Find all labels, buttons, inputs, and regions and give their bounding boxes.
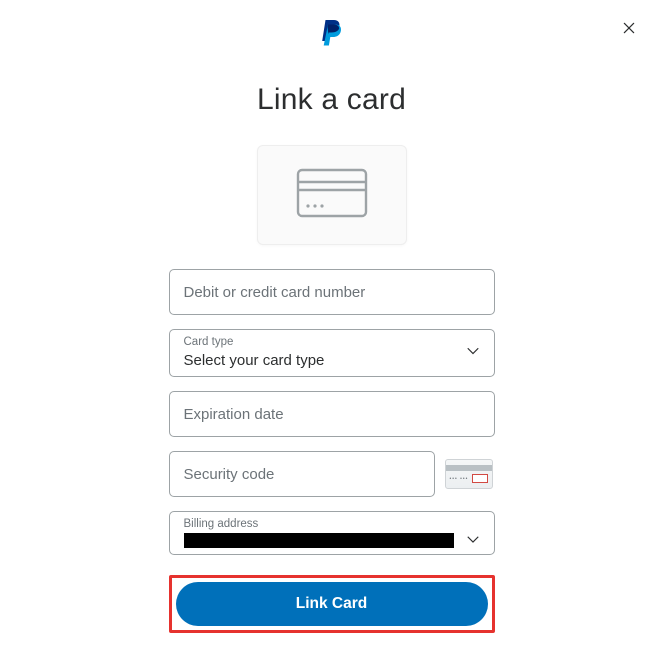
link-card-button[interactable]: Link Card bbox=[176, 582, 488, 626]
chevron-down-icon bbox=[464, 530, 482, 553]
security-code-input[interactable] bbox=[184, 466, 420, 483]
link-card-form: Card type Select your card type ••• ••• … bbox=[169, 269, 495, 633]
billing-address-label: Billing address bbox=[184, 518, 259, 532]
card-type-select[interactable]: Card type Select your card type bbox=[169, 329, 495, 377]
close-icon bbox=[621, 20, 637, 41]
card-number-input[interactable] bbox=[184, 284, 480, 301]
card-type-label: Card type bbox=[184, 336, 234, 350]
page-title: Link a card bbox=[257, 83, 406, 117]
close-button[interactable] bbox=[619, 20, 639, 40]
card-type-value: Select your card type bbox=[184, 351, 480, 371]
cvv-hint-icon: ••• ••• bbox=[445, 459, 493, 489]
security-code-field[interactable] bbox=[169, 451, 435, 497]
paypal-logo bbox=[319, 18, 345, 53]
submit-highlight: Link Card bbox=[169, 575, 495, 633]
expiration-input[interactable] bbox=[184, 406, 480, 423]
card-illustration bbox=[257, 145, 407, 245]
security-code-row: ••• ••• bbox=[169, 451, 495, 497]
billing-address-value bbox=[184, 533, 454, 548]
billing-address-select[interactable]: Billing address bbox=[169, 511, 495, 555]
card-icon bbox=[296, 168, 368, 223]
card-number-field[interactable] bbox=[169, 269, 495, 315]
modal-container: Link a card Card type Select your card t… bbox=[0, 0, 663, 633]
expiration-field[interactable] bbox=[169, 391, 495, 437]
